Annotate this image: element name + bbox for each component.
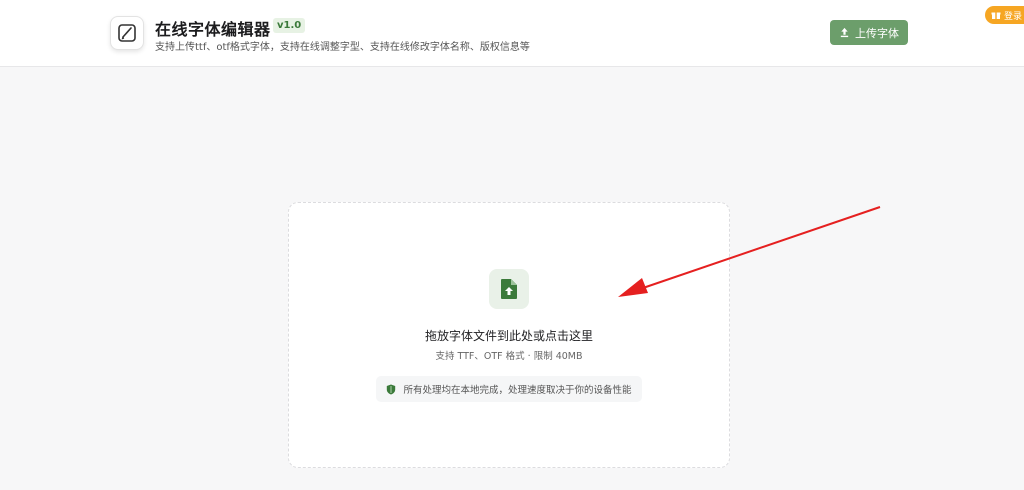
app-title: 在线字体编辑器: [155, 20, 271, 39]
gift-icon: [991, 12, 1001, 19]
privacy-note-text: 所有处理均在本地完成，处理速度取决于你的设备性能: [403, 385, 632, 396]
app-logo[interactable]: [110, 16, 144, 50]
version-badge: v1.0: [273, 18, 306, 33]
pen-icon: [118, 24, 136, 42]
privacy-note: 所有处理均在本地完成，处理速度取决于你的设备性能: [376, 376, 642, 402]
app-header: 在线字体编辑器 v1.0 支持上传ttf、otf格式字体，支持在线调整字型、支持…: [0, 0, 1024, 67]
upload-font-button[interactable]: 上传字体: [830, 20, 908, 45]
file-upload-icon: [501, 279, 517, 299]
font-dropzone[interactable]: 拖放字体文件到此处或点击这里 支持 TTF、OTF 格式 · 限制 40MB 所…: [288, 202, 730, 468]
login-tag[interactable]: 登录: [985, 6, 1024, 24]
app-subtitle: 支持上传ttf、otf格式字体，支持在线调整字型、支持在线修改字体名称、版权信息…: [155, 42, 530, 53]
shield-icon: [387, 384, 396, 394]
login-label: 登录: [1004, 11, 1023, 22]
dropzone-subtitle: 支持 TTF、OTF 格式 · 限制 40MB: [435, 351, 583, 362]
upload-icon: [840, 27, 849, 38]
file-icon-box: [489, 269, 529, 309]
upload-font-label: 上传字体: [855, 26, 899, 40]
dropzone-title: 拖放字体文件到此处或点击这里: [424, 329, 593, 343]
